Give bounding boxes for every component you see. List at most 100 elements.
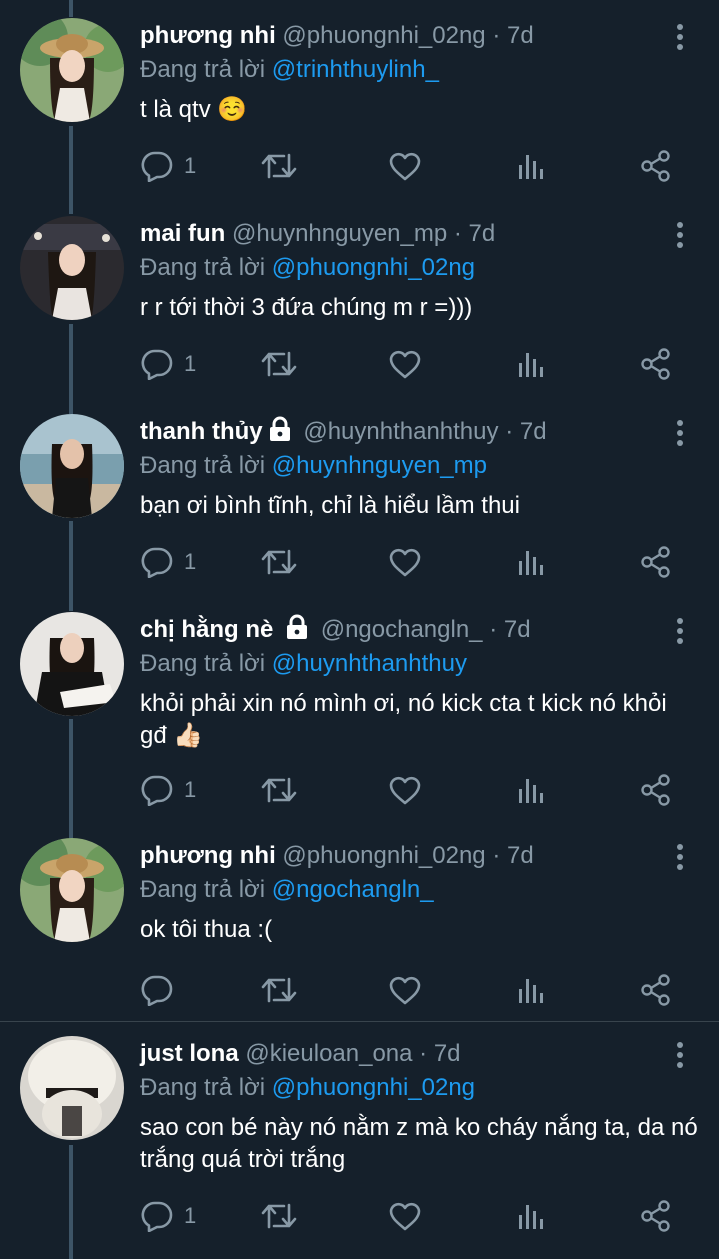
tweet-header: mai fun @huynhnguyen_mp · 7d <box>140 218 659 250</box>
action-bar: 1 <box>140 344 679 384</box>
like-button[interactable] <box>388 146 422 186</box>
views-button[interactable] <box>516 542 546 582</box>
avatar[interactable] <box>20 18 124 122</box>
reply-button[interactable]: 1 <box>140 1196 196 1236</box>
views-button[interactable] <box>516 770 546 810</box>
mention-link[interactable]: @trinhthuylinh_ <box>272 56 439 83</box>
analytics-icon <box>519 353 543 377</box>
tweet-header: thanh thủy @huynhthanhthuy · 7d <box>140 416 659 451</box>
like-button[interactable] <box>388 770 422 810</box>
share-icon <box>641 546 670 578</box>
tweet-text: ok tôi thua :( <box>140 916 273 943</box>
retweet-button[interactable] <box>260 146 298 186</box>
display-name[interactable]: chị hằng nè <box>140 616 273 643</box>
lock-icon <box>284 614 310 649</box>
tweet[interactable]: just lona @kieuloan_ona · 7d Đang trả lờ… <box>0 1018 719 1259</box>
tweet-text: t là qtv ☺️ <box>140 96 248 123</box>
like-button[interactable] <box>388 1196 422 1236</box>
display-name[interactable]: thanh thủy <box>140 418 263 445</box>
reply-button[interactable]: 1 <box>140 344 196 384</box>
more-options-icon[interactable] <box>675 222 685 248</box>
reply-button[interactable]: 1 <box>140 542 196 582</box>
more-options-icon[interactable] <box>675 1042 685 1068</box>
like-button[interactable] <box>388 344 422 384</box>
retweet-button[interactable] <box>260 1196 298 1236</box>
retweet-button[interactable] <box>260 344 298 384</box>
heart-icon <box>389 350 421 379</box>
tweet-text: khỏi phải xin nó mình ơi, nó kick cta t … <box>140 690 667 749</box>
views-button[interactable] <box>516 344 546 384</box>
user-handle[interactable]: @huynhnguyen_mp <box>232 220 447 247</box>
heart-icon <box>389 976 421 1005</box>
reply-button[interactable]: 1 <box>140 770 196 810</box>
retweet-button[interactable] <box>260 770 298 810</box>
tweet-text: sao con bé này nó nằm z mà ko cháy nắng … <box>140 1114 698 1173</box>
reply-button[interactable] <box>140 970 184 1010</box>
display-name[interactable]: phương nhi <box>140 842 276 869</box>
share-button[interactable] <box>640 970 672 1010</box>
user-handle[interactable]: @phuongnhi_02ng <box>282 22 485 49</box>
mention-link[interactable]: @ngochangln_ <box>272 876 434 903</box>
reply-icon <box>141 775 173 806</box>
tweet[interactable]: mai fun @huynhnguyen_mp · 7d Đang trả lờ… <box>0 198 719 398</box>
replying-to: Đang trả lời @phuongnhi_02ng <box>140 252 475 284</box>
action-bar <box>140 970 679 1010</box>
like-button[interactable] <box>388 970 422 1010</box>
retweet-button[interactable] <box>260 970 298 1010</box>
reply-icon <box>141 349 173 380</box>
share-button[interactable] <box>640 770 672 810</box>
retweet-icon <box>261 153 297 179</box>
more-options-icon[interactable] <box>675 844 685 870</box>
timestamp: · 7d <box>505 418 547 445</box>
display-name[interactable]: mai fun <box>140 220 225 247</box>
share-icon <box>641 974 670 1006</box>
action-bar: 1 <box>140 146 679 186</box>
more-options-icon[interactable] <box>675 420 685 446</box>
timestamp: · 7d <box>492 842 534 869</box>
share-button[interactable] <box>640 1196 672 1236</box>
views-button[interactable] <box>516 1196 546 1236</box>
avatar[interactable] <box>20 1036 124 1140</box>
user-handle[interactable]: @kieuloan_ona <box>245 1040 412 1067</box>
tweet[interactable]: phương nhi @phuongnhi_02ng · 7d Đang trả… <box>0 820 719 1020</box>
avatar[interactable] <box>20 216 124 320</box>
replying-to-label: Đang trả lời <box>140 452 266 479</box>
display-name[interactable]: just lona <box>140 1040 239 1067</box>
user-handle[interactable]: @phuongnhi_02ng <box>282 842 485 869</box>
tweet-text: r r tới thời 3 đứa chúng m r =))) <box>140 294 473 321</box>
tweet[interactable]: chị hằng nè @ngochangln_ · 7d Đang trả l… <box>0 594 719 824</box>
reply-icon <box>141 975 173 1006</box>
views-button[interactable] <box>516 970 546 1010</box>
tweet-header: chị hằng nè @ngochangln_ · 7d <box>140 614 659 649</box>
more-options-icon[interactable] <box>675 24 685 50</box>
mention-link[interactable]: @phuongnhi_02ng <box>272 1074 475 1101</box>
user-handle[interactable]: @huynhthanhthuy <box>303 418 498 445</box>
analytics-icon <box>519 551 543 575</box>
analytics-icon <box>519 1205 543 1229</box>
retweet-button[interactable] <box>260 542 298 582</box>
mention-link[interactable]: @huynhthanhthuy <box>272 650 467 677</box>
share-icon <box>641 1200 670 1232</box>
avatar[interactable] <box>20 414 124 518</box>
mention-link[interactable]: @phuongnhi_02ng <box>272 254 475 281</box>
more-options-icon[interactable] <box>675 618 685 644</box>
replying-to: Đang trả lời @huynhthanhthuy <box>140 648 467 680</box>
reply-count: 1 <box>184 777 197 802</box>
share-button[interactable] <box>640 542 672 582</box>
share-button[interactable] <box>640 344 672 384</box>
avatar[interactable] <box>20 838 124 942</box>
share-icon <box>641 348 670 380</box>
tweet[interactable]: phương nhi @phuongnhi_02ng · 7d Đang trả… <box>0 0 719 200</box>
avatar[interactable] <box>20 612 124 716</box>
tweet[interactable]: thanh thủy @huynhthanhthuy · 7d Đang trả… <box>0 396 719 596</box>
share-button[interactable] <box>640 146 672 186</box>
replying-to: Đang trả lời @phuongnhi_02ng <box>140 1072 475 1104</box>
replying-to-label: Đang trả lời <box>140 876 266 903</box>
like-button[interactable] <box>388 542 422 582</box>
display-name[interactable]: phương nhi <box>140 22 276 49</box>
user-handle[interactable]: @ngochangln_ <box>321 616 483 643</box>
reply-button[interactable]: 1 <box>140 146 196 186</box>
views-button[interactable] <box>516 146 546 186</box>
action-bar: 1 <box>140 1196 679 1236</box>
mention-link[interactable]: @huynhnguyen_mp <box>272 452 487 479</box>
